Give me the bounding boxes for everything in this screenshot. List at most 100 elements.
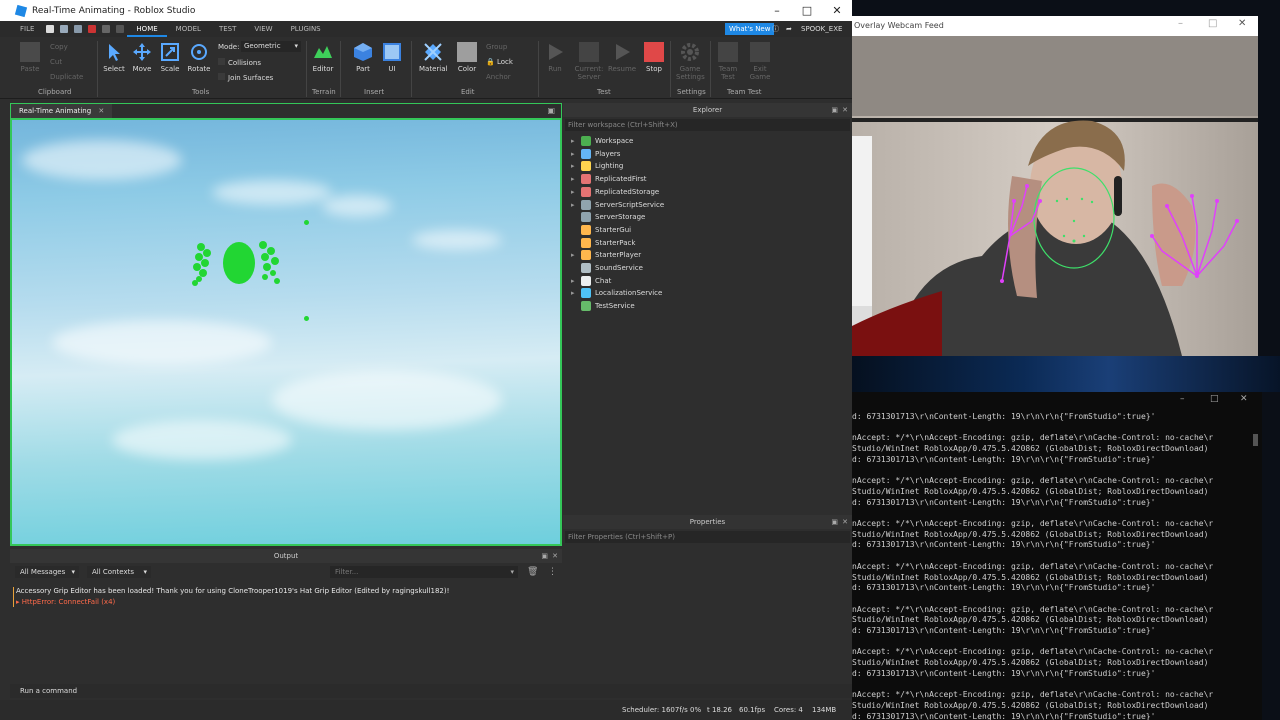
properties-filter-input[interactable]: Filter Properties (Ctrl+Shift+P) (565, 531, 850, 543)
anchor-button[interactable]: Anchor (486, 73, 511, 81)
close-button[interactable]: ✕ (1240, 394, 1248, 404)
expand-chevron-icon[interactable]: ▸ (571, 135, 581, 147)
close-button[interactable]: ✕ (822, 0, 852, 21)
join-surfaces-toggle[interactable]: Join Surfaces (218, 73, 273, 82)
expand-chevron-icon[interactable]: ▸ (571, 275, 581, 287)
whats-new-button[interactable]: What's New (725, 23, 775, 35)
expand-chevron-icon[interactable]: ▸ (571, 287, 581, 299)
share-icon[interactable]: ➦ (786, 21, 792, 37)
output-filter-input[interactable]: Filter... ▾ (330, 566, 518, 578)
undo-icon[interactable] (102, 25, 111, 33)
explorer-filter-input[interactable]: Filter workspace (Ctrl+Shift+X) (565, 119, 850, 131)
maximize-button[interactable]: □ (792, 0, 822, 21)
more-options-icon[interactable]: ⋮ (548, 567, 557, 577)
explorer-item-players[interactable]: ▸ Players (571, 148, 620, 160)
open-icon[interactable] (60, 25, 69, 33)
group-test-label: Test (597, 88, 611, 96)
explorer-item-replicatedfirst[interactable]: ▸ ReplicatedFirst (571, 173, 647, 185)
output-message-marker (13, 587, 14, 607)
copy-button[interactable]: Copy (50, 43, 68, 51)
color-button[interactable]: Color (453, 42, 481, 73)
expand-chevron-icon[interactable]: ▸ (571, 173, 581, 185)
explorer-item-serverstorage[interactable]: ServerStorage (571, 211, 645, 223)
maximize-button[interactable]: □ (1210, 394, 1219, 404)
user-name[interactable]: SPOOK_EXE (801, 21, 842, 37)
explorer-item-soundservice[interactable]: SoundService (571, 262, 643, 274)
team-test-button[interactable]: Team Test (714, 42, 742, 81)
rotate-button[interactable]: Rotate (185, 42, 213, 73)
viewport-tab[interactable]: Real-Time Animating ✕ (11, 104, 113, 119)
ui-button[interactable]: UI (378, 42, 406, 73)
stop-button[interactable]: Stop (640, 42, 668, 73)
console-scrollbar-thumb[interactable] (1253, 434, 1258, 446)
close-panel-icon[interactable]: ✕ (842, 515, 848, 529)
collisions-toggle[interactable]: Collisions (218, 58, 261, 67)
help-icon[interactable]: ⓘ (772, 21, 779, 37)
lock-button[interactable]: 🔒 Lock (486, 58, 513, 66)
tab-plugins[interactable]: PLUGINS (282, 25, 330, 33)
command-bar-input[interactable]: Run a command (10, 684, 852, 698)
explorer-item-localizationservice[interactable]: ▸ LocalizationService (571, 287, 662, 299)
resume-button[interactable]: Resume (608, 42, 636, 73)
expand-chevron-icon[interactable]: ▸ (571, 199, 581, 211)
exit-game-button[interactable]: Exit Game (746, 42, 774, 81)
expand-chevron-icon[interactable]: ▸ (571, 186, 581, 198)
explorer-item-lighting[interactable]: ▸ Lighting (571, 160, 623, 172)
new-file-icon[interactable] (46, 25, 55, 33)
clear-output-icon[interactable]: 🗑 (527, 567, 538, 577)
console-line: Studio/WinInet RobloxApp/0.475.5.420862 … (852, 700, 1209, 710)
console-line: Studio/WinInet RobloxApp/0.475.5.420862 … (852, 615, 1209, 625)
cut-button[interactable]: Cut (50, 58, 62, 66)
current-server-button[interactable]: Current: Server (573, 42, 605, 81)
explorer-item-startergui[interactable]: StarterGui (571, 224, 631, 236)
scale-button[interactable]: Scale (156, 42, 184, 73)
explorer-item-replicatedstorage[interactable]: ▸ ReplicatedStorage (571, 186, 659, 198)
messages-filter-dropdown[interactable]: All Messages ▾ (15, 566, 79, 578)
contexts-filter-dropdown[interactable]: All Contexts ▾ (87, 566, 151, 578)
expand-chevron-icon[interactable]: ▸ (571, 249, 581, 261)
game-settings-button[interactable]: Game Settings (676, 42, 705, 81)
explorer-item-testservice[interactable]: TestService (571, 300, 635, 312)
save-icon[interactable] (74, 25, 83, 33)
undock-icon[interactable]: ▣ (831, 103, 838, 117)
minimize-button[interactable]: – (762, 0, 792, 21)
tab-home[interactable]: HOME (127, 21, 167, 37)
undock-icon[interactable]: ▣ (541, 549, 548, 563)
run-button[interactable]: Run (541, 42, 569, 73)
expand-chevron-icon[interactable]: ▸ (571, 148, 581, 160)
tab-model[interactable]: MODEL (167, 25, 210, 33)
explorer-item-label: StarterPack (595, 238, 636, 247)
undock-icon[interactable]: ▣ (831, 515, 838, 529)
gear-icon (680, 42, 700, 62)
tab-view[interactable]: VIEW (245, 25, 281, 33)
duplicate-button[interactable]: Duplicate (50, 73, 83, 81)
menu-file[interactable]: FILE (0, 25, 43, 33)
explorer-item-chat[interactable]: ▸ Chat (571, 275, 611, 287)
move-button[interactable]: Move (128, 42, 156, 73)
explorer-item-serverscriptservice[interactable]: ▸ ServerScriptService (571, 199, 664, 211)
group-button[interactable]: Group (486, 43, 507, 51)
expand-chevron-icon[interactable]: ▸ (571, 160, 581, 172)
minimize-button[interactable]: – (1180, 394, 1185, 404)
explorer-item-workspace[interactable]: ▸ Workspace (571, 135, 633, 147)
material-button[interactable]: Material (419, 42, 447, 73)
part-button[interactable]: Part (349, 42, 377, 73)
redo-icon[interactable] (116, 25, 125, 33)
stop-icon (644, 42, 664, 62)
close-tab-icon[interactable]: ✕ (98, 107, 104, 115)
tab-test[interactable]: TEST (210, 25, 245, 33)
3d-viewport[interactable] (10, 118, 562, 546)
close-panel-icon[interactable]: ✕ (842, 103, 848, 117)
explorer-item-starterpack[interactable]: StarterPack (571, 237, 635, 249)
terrain-editor-button[interactable]: Editor (309, 42, 337, 73)
viewport-menu-icon[interactable]: ▣ (547, 106, 555, 115)
mode-dropdown[interactable]: Geometric ▾ (241, 41, 301, 52)
record-icon[interactable] (88, 25, 97, 33)
minimize-button[interactable]: – (1178, 18, 1183, 29)
explorer-item-starterplayer[interactable]: ▸ StarterPlayer (571, 249, 641, 261)
paste-button[interactable]: Paste (16, 42, 44, 73)
select-button[interactable]: Select (100, 42, 128, 73)
maximize-button[interactable]: □ (1208, 18, 1217, 29)
close-panel-icon[interactable]: ✕ (552, 549, 558, 563)
close-button[interactable]: ✕ (1238, 18, 1246, 29)
